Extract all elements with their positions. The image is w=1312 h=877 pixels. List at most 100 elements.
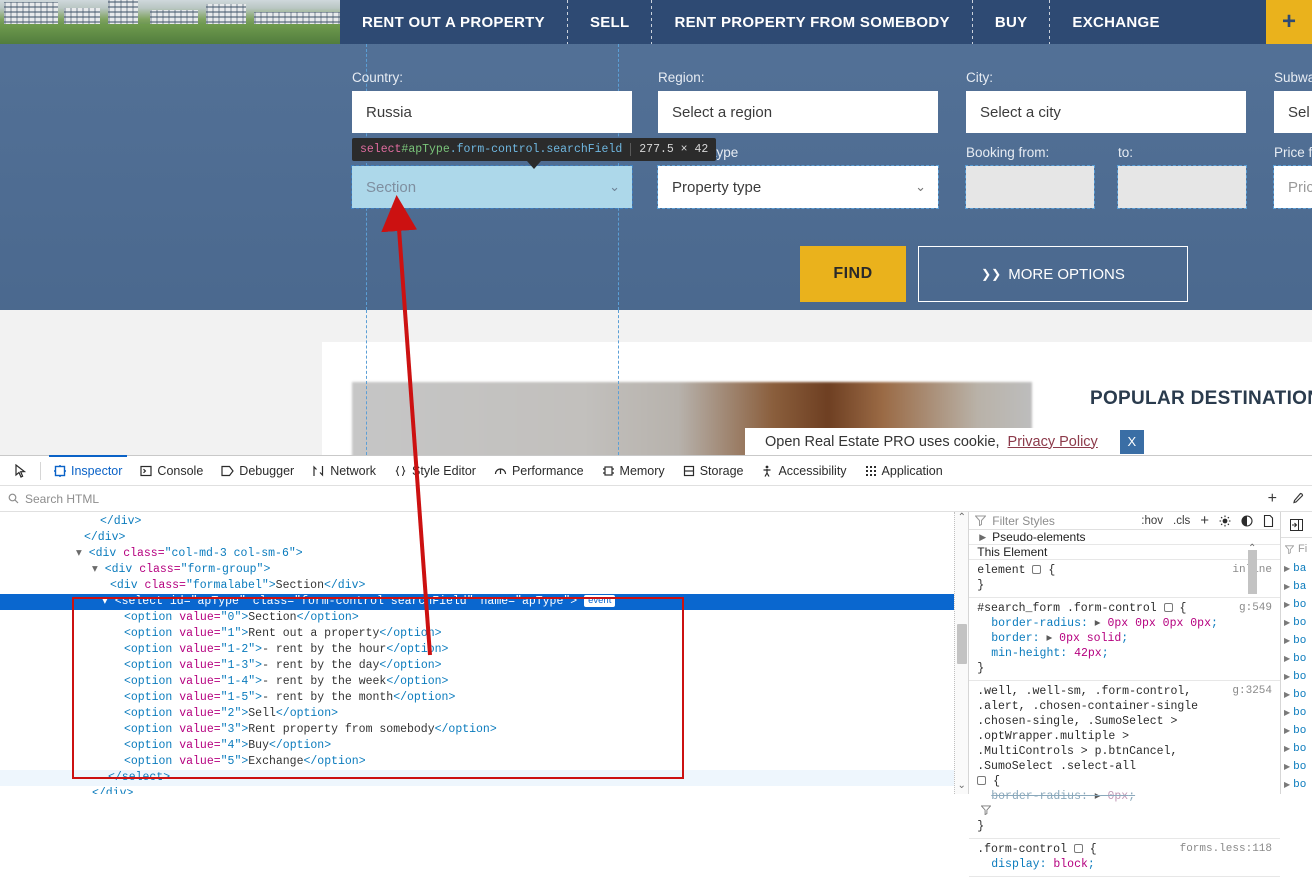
add-listing-button[interactable]: +: [1266, 0, 1312, 44]
tab-style-editor[interactable]: Style Editor: [385, 456, 485, 485]
tab-console[interactable]: Console: [131, 456, 212, 485]
pseudo-elements-row[interactable]: ▶ Pseudo-elements: [969, 530, 1281, 545]
declaration-border-radius-overridden[interactable]: border-radius: ▸ 0px;: [977, 789, 1272, 804]
rule-selector[interactable]: .well, .well-sm, .form-control, .alert, …: [977, 684, 1205, 774]
markup-line[interactable]: <option value="0">Section</option>: [0, 610, 954, 626]
scroll-up-icon[interactable]: ⌃: [958, 512, 966, 526]
scrollbar-thumb[interactable]: [1248, 550, 1258, 594]
tab-performance[interactable]: Performance: [485, 456, 593, 485]
print-media-icon[interactable]: [1263, 514, 1274, 527]
computed-property-row[interactable]: ▶ ba: [1281, 578, 1312, 596]
event-badge[interactable]: event: [584, 595, 616, 607]
markup-line[interactable]: <option value="3">Rent property from som…: [0, 722, 954, 738]
computed-property-row[interactable]: ▶ bo: [1281, 722, 1312, 740]
add-node-button[interactable]: +: [1268, 490, 1277, 508]
booking-to-input[interactable]: [1117, 165, 1247, 209]
prop-value[interactable]: 42px: [1074, 647, 1102, 660]
nav-item-rent-out[interactable]: RENT OUT A PROPERTY: [340, 0, 567, 44]
markup-line[interactable]: <option value="4">Buy</option>: [0, 738, 954, 754]
computed-property-row[interactable]: ▶ bo: [1281, 776, 1312, 794]
rule-search-form-form-control[interactable]: g:549 #search_form .form-control { borde…: [969, 598, 1281, 681]
markup-line[interactable]: <option value="1-4">- rent by the week</…: [0, 674, 954, 690]
computed-property-row[interactable]: ▶ bo: [1281, 668, 1312, 686]
markup-line[interactable]: <option value="1-2">- rent by the hour</…: [0, 642, 954, 658]
price-from-input[interactable]: Pric: [1273, 165, 1312, 209]
hov-button[interactable]: :hov: [1141, 515, 1163, 527]
rule-selector[interactable]: .form-control: [977, 843, 1067, 856]
computed-property-row[interactable]: ▶ bo: [1281, 632, 1312, 650]
add-rule-button[interactable]: +: [1200, 512, 1209, 529]
prop-value[interactable]: block: [1053, 858, 1088, 871]
rules-scrollbar[interactable]: ⌃: [1248, 538, 1258, 794]
find-button[interactable]: FIND: [800, 246, 906, 302]
city-select[interactable]: Select a city: [966, 91, 1246, 133]
computed-property-row[interactable]: ▶ bo: [1281, 596, 1312, 614]
more-options-button[interactable]: ❯❯ MORE OPTIONS: [918, 246, 1188, 302]
tab-memory[interactable]: Memory: [593, 456, 674, 485]
rule-element-inline[interactable]: inline element { }: [969, 560, 1281, 598]
markup-line[interactable]: <option value="5">Exchange</option>: [0, 754, 954, 770]
computed-property-row[interactable]: ▶ bo: [1281, 614, 1312, 632]
prop-value[interactable]: 0px: [1107, 790, 1128, 803]
tab-application[interactable]: Application: [856, 456, 952, 485]
computed-property-row[interactable]: ▶ ba: [1281, 560, 1312, 578]
panel-toggle-button[interactable]: [1281, 512, 1312, 538]
element-picker-icon[interactable]: [6, 457, 36, 485]
section-select[interactable]: Section ⌄: [351, 165, 633, 209]
markup-line[interactable]: <option value="1-3">- rent by the day</o…: [0, 658, 954, 674]
privacy-policy-link[interactable]: Privacy Policy: [1008, 434, 1098, 450]
search-html-input[interactable]: Search HTML: [25, 492, 99, 506]
tab-debugger[interactable]: Debugger: [212, 456, 303, 485]
nav-item-sell[interactable]: SELL: [568, 0, 652, 44]
markup-line[interactable]: </div>: [0, 530, 954, 546]
gear-icon[interactable]: [977, 776, 987, 785]
computed-property-row[interactable]: ▶ bo: [1281, 758, 1312, 776]
tab-network[interactable]: Network: [303, 456, 385, 485]
nav-item-rent-from-somebody[interactable]: RENT PROPERTY FROM SOMEBODY: [652, 0, 971, 44]
nav-item-exchange[interactable]: EXCHANGE: [1050, 0, 1181, 44]
markup-line[interactable]: <div class="formalabel">Section</div>: [0, 578, 954, 594]
prop-value[interactable]: 0px solid: [1059, 632, 1121, 645]
declaration-display[interactable]: display: block;: [977, 857, 1272, 872]
scroll-down-icon[interactable]: ⌄: [958, 780, 966, 794]
nav-item-buy[interactable]: BUY: [973, 0, 1050, 44]
cls-button[interactable]: .cls: [1173, 515, 1190, 527]
subway-select[interactable]: Sel: [1274, 91, 1312, 133]
cookie-close-button[interactable]: X: [1119, 429, 1144, 454]
region-select[interactable]: Select a region: [658, 91, 938, 133]
rule-selector[interactable]: #search_form .form-control: [977, 602, 1156, 615]
dark-scheme-icon[interactable]: [1241, 514, 1253, 527]
markup-line[interactable]: <option value="2">Sell</option>: [0, 706, 954, 722]
markup-line[interactable]: </div>: [0, 514, 954, 530]
markup-line[interactable]: </select>: [0, 770, 955, 786]
country-select[interactable]: Russia: [352, 91, 632, 133]
light-scheme-icon[interactable]: [1219, 515, 1231, 527]
rule-form-control[interactable]: forms.less:118 .form-control { display: …: [969, 839, 1281, 877]
markup-line[interactable]: <option value="1">Rent out a property</o…: [0, 626, 954, 642]
rule-well-form-control-group[interactable]: g:3254 .well, .well-sm, .form-control, .…: [969, 681, 1281, 839]
declaration-min-height[interactable]: min-height: 42px;: [977, 646, 1272, 661]
tab-inspector[interactable]: Inspector: [45, 455, 131, 485]
declaration-border-radius[interactable]: border-radius: ▸ 0px 0px 0px 0px;: [977, 616, 1272, 631]
tab-storage[interactable]: Storage: [674, 456, 753, 485]
declaration-border[interactable]: border: ▸ 0px solid;: [977, 631, 1272, 646]
computed-property-row[interactable]: ▶ bo: [1281, 650, 1312, 668]
computed-property-row[interactable]: ▶ bo: [1281, 704, 1312, 722]
gear-icon[interactable]: [1163, 603, 1173, 612]
computed-property-row[interactable]: ▶ bo: [1281, 686, 1312, 704]
rule-selector[interactable]: element: [977, 564, 1025, 577]
tab-accessibility[interactable]: Accessibility: [752, 456, 855, 485]
booking-from-input[interactable]: [965, 165, 1095, 209]
property-type-select[interactable]: Property type ⌄: [657, 165, 939, 209]
computed-property-row[interactable]: ▶ bo: [1281, 740, 1312, 758]
markup-line[interactable]: ▾ <div class="form-group">: [0, 562, 954, 578]
gear-icon[interactable]: [1073, 844, 1083, 853]
prop-value[interactable]: 0px 0px 0px 0px: [1107, 617, 1211, 630]
eyedropper-icon[interactable]: [1291, 492, 1304, 505]
markup-line[interactable]: <option value="1-5">- rent by the month<…: [0, 690, 954, 706]
computed-filter-input[interactable]: Fi: [1281, 538, 1312, 560]
filter-styles-input[interactable]: Filter Styles: [992, 514, 1055, 528]
scrollbar-thumb[interactable]: [956, 624, 967, 664]
markup-line-selected[interactable]: ▾ <select id="apType" class="form-contro…: [0, 594, 955, 610]
markup-line[interactable]: ▾ <div class="col-md-3 col-sm-6">: [0, 546, 954, 562]
